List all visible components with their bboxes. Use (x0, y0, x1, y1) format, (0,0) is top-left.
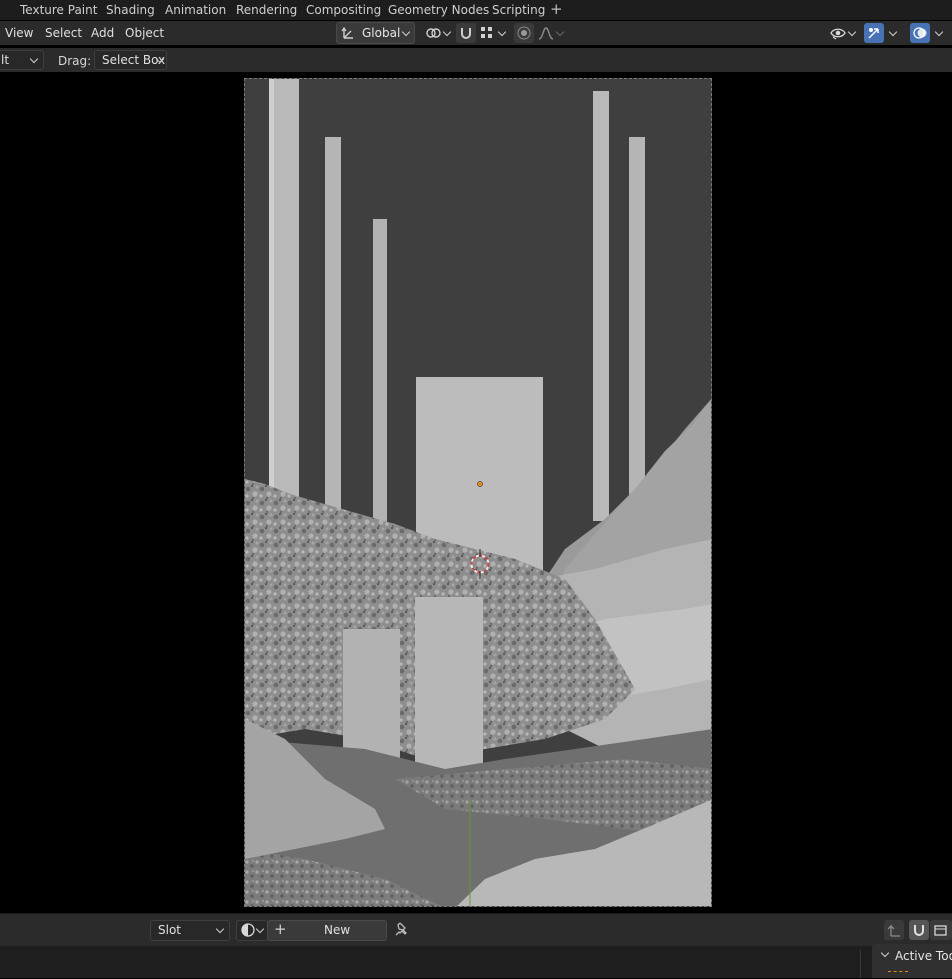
pillar-mesh (325, 137, 341, 527)
bottom-editor-header: Slot + New (0, 913, 952, 946)
chevron-down-icon (401, 27, 411, 37)
chevron-down-icon (880, 948, 890, 958)
snap-target-dropdown[interactable] (478, 23, 508, 43)
pillar-mesh (629, 137, 645, 537)
pillar-mesh (593, 91, 609, 521)
proportional-editing-toggle[interactable] (514, 23, 534, 43)
object-visibility-dropdown[interactable] (828, 23, 858, 43)
new-image-button[interactable]: + New (267, 920, 387, 941)
front-block-mesh (415, 597, 483, 769)
new-label: New (324, 923, 351, 937)
snap-toggle[interactable] (456, 23, 476, 43)
region-divider (860, 950, 861, 978)
arrow-up-icon (887, 924, 900, 937)
chevron-down-icon (29, 54, 39, 64)
snap-increment-icon (481, 27, 492, 38)
orientation-gizmo-icon (341, 26, 353, 39)
falloff-curve-icon (538, 27, 554, 40)
chevron-down-icon (497, 27, 507, 37)
mode-value: lt (1, 53, 10, 67)
uv-magnet-toggle[interactable] (909, 920, 929, 940)
chevron-down-icon (847, 27, 857, 37)
workspace-tab-bar: Texture Paint Shading Animation Renderin… (0, 0, 952, 20)
proportional-editing-icon (517, 26, 531, 40)
snap-uv-toggle[interactable] (884, 920, 904, 940)
tab-compositing[interactable]: Compositing (306, 2, 381, 18)
tab-geometry-nodes[interactable]: Geometry Nodes (388, 2, 489, 18)
image-browse-icon (241, 923, 255, 937)
scene-render (245, 79, 711, 906)
object-origin-point (477, 481, 483, 487)
3d-viewport[interactable] (0, 72, 952, 912)
gizmo-arrows-icon (868, 28, 879, 39)
drag-select-dropdown[interactable]: Select Box (94, 50, 167, 70)
slot-value: Slot (158, 923, 181, 937)
transform-orientation-dropdown[interactable]: Global (336, 22, 415, 44)
uv-grid-toggle[interactable] (930, 920, 952, 940)
menu-view[interactable]: View (5, 25, 33, 41)
tab-texture-paint[interactable]: Texture Paint (20, 2, 97, 18)
browse-image-dropdown[interactable] (236, 920, 268, 941)
chevron-down-icon (555, 27, 565, 37)
tab-animation[interactable]: Animation (165, 2, 226, 18)
pillar-mesh (373, 219, 387, 539)
chevron-down-icon (934, 27, 944, 37)
chevron-down-icon (215, 924, 225, 934)
pin-icon[interactable] (395, 922, 409, 938)
overlays-icon (913, 27, 927, 39)
pivot-point-dropdown[interactable] (423, 23, 453, 43)
orientation-value: Global (362, 26, 401, 40)
chevron-down-icon (255, 924, 265, 934)
camera-frame (244, 78, 712, 907)
add-workspace-button[interactable]: + (550, 1, 563, 17)
drag-label: Drag: (58, 54, 92, 68)
plus-icon: + (274, 920, 287, 938)
magnet-icon (461, 28, 471, 39)
menu-select[interactable]: Select (45, 25, 82, 41)
proportional-falloff-dropdown[interactable] (536, 23, 566, 43)
chevron-down-icon (442, 27, 452, 37)
magnet-icon (914, 925, 924, 936)
menu-object[interactable]: Object (125, 25, 164, 41)
overlays-options-dropdown[interactable] (930, 23, 950, 43)
overlays-toggle[interactable] (910, 23, 930, 43)
image-editor-area[interactable] (0, 946, 952, 978)
grid-icon (934, 925, 947, 936)
drag-value: Select Box (102, 53, 166, 67)
viewport-header: View Select Add Object Global (0, 21, 952, 45)
active-tool-label: Active Tool (895, 949, 952, 963)
tab-shading[interactable]: Shading (106, 2, 155, 18)
tab-rendering[interactable]: Rendering (236, 2, 297, 18)
eye-icon (830, 28, 846, 40)
slot-dropdown[interactable]: Slot (150, 920, 230, 941)
tab-scripting[interactable]: Scripting (492, 2, 545, 18)
chevron-down-icon (888, 27, 898, 37)
active-tool-panel[interactable]: Active Tool (872, 944, 952, 978)
gizmo-options-dropdown[interactable] (884, 23, 904, 43)
pivot-icon (426, 28, 441, 38)
tool-settings-bar: lt Drag: Select Box (0, 48, 952, 72)
menu-add[interactable]: Add (91, 25, 114, 41)
mode-dropdown[interactable]: lt (0, 50, 44, 70)
gizmo-toggle[interactable] (864, 23, 884, 43)
